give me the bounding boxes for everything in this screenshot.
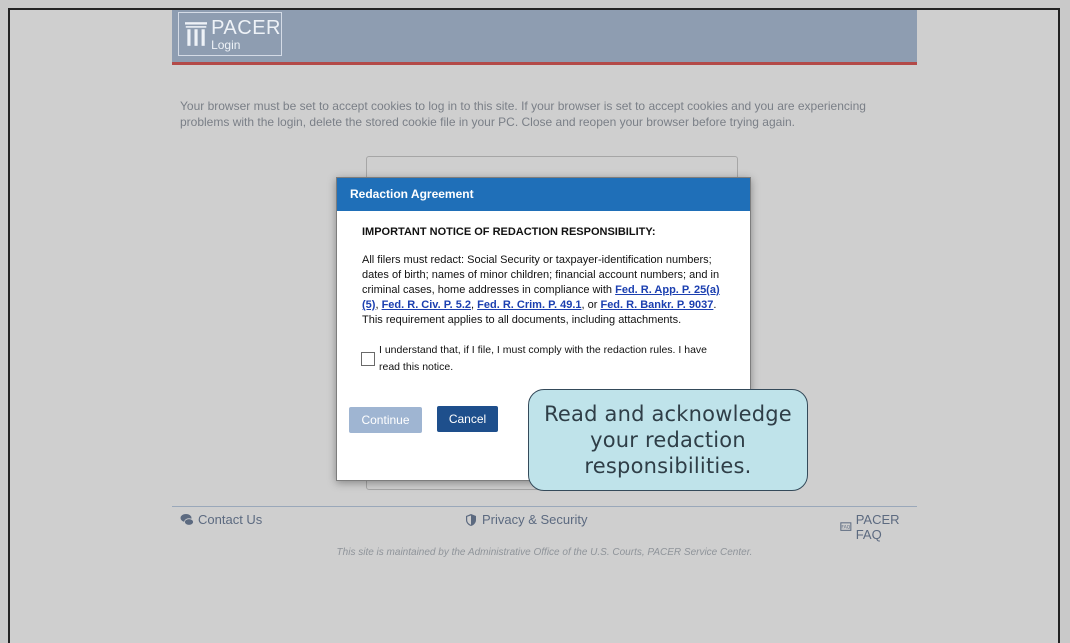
acknowledge-label[interactable]: I understand that, if I file, I must com… <box>379 342 728 376</box>
cancel-button[interactable]: Cancel <box>437 406 498 432</box>
fed-r-civ-p-link[interactable]: Fed. R. Civ. P. 5.2 <box>382 299 471 311</box>
logo-subtitle: Login <box>211 37 241 52</box>
faq-icon: FAQ <box>840 522 852 531</box>
svg-text:FAQ: FAQ <box>841 525 850 531</box>
acknowledge-checkbox[interactable] <box>361 352 375 366</box>
shield-icon <box>466 513 476 526</box>
site-header: PACER Login <box>172 10 917 65</box>
dialog-buttons: Continue Cancel <box>349 406 498 433</box>
pacer-logo[interactable]: PACER Login <box>178 12 282 56</box>
fed-r-bankr-p-link[interactable]: Fed. R. Bankr. P. 9037 <box>600 299 713 311</box>
courthouse-pillars-icon <box>185 22 208 46</box>
separator: , or <box>581 299 601 311</box>
pacer-faq-link[interactable]: FAQ PACER FAQ <box>840 512 917 542</box>
tutorial-callout: Read and acknowledge your redaction resp… <box>528 389 808 491</box>
continue-button[interactable]: Continue <box>349 407 422 433</box>
contact-us-link[interactable]: Contact Us <box>180 512 262 527</box>
fed-r-crim-p-link[interactable]: Fed. R. Crim. P. 49.1 <box>477 299 581 311</box>
pacer-faq-label: PACER FAQ <box>855 512 900 542</box>
notice-text: All filers must redact: Social Security … <box>362 253 728 328</box>
contact-us-label: Contact Us <box>198 512 263 527</box>
chat-bubbles-icon <box>180 513 194 526</box>
cookie-notice: Your browser must be set to accept cooki… <box>180 99 866 129</box>
maintained-by-note: This site is maintained by the Administr… <box>336 547 753 558</box>
footer-divider <box>172 506 917 507</box>
notice-heading: IMPORTANT NOTICE OF REDACTION RESPONSIBI… <box>362 226 656 238</box>
privacy-security-label: Privacy & Security <box>482 512 588 527</box>
acknowledge-row: I understand that, if I file, I must com… <box>361 342 728 376</box>
dialog-title: Redaction Agreement <box>337 178 750 211</box>
privacy-security-link[interactable]: Privacy & Security <box>464 512 587 527</box>
logo-title: PACER <box>211 16 281 39</box>
callout-text: Read and acknowledge your redaction resp… <box>544 402 792 478</box>
